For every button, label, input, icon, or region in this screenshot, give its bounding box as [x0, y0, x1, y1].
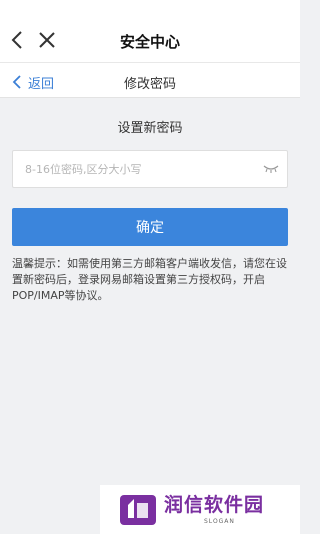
brand-logo-icon — [120, 495, 156, 525]
top-navigation-bar: 安全中心 — [0, 0, 300, 62]
tip-text: 温馨提示：如需使用第三方邮箱客户端收发信，请您在设置新密码后，登录网易邮箱设置第… — [12, 257, 287, 302]
password-field[interactable] — [12, 150, 288, 188]
watermark: 润信软件园 SLOGAN — [100, 485, 300, 534]
sub-navigation-bar: 返回 修改密码 — [0, 62, 300, 98]
confirm-button[interactable]: 确定 — [12, 208, 288, 246]
eye-closed-icon[interactable] — [263, 164, 279, 174]
brand-name: 润信软件园 — [164, 494, 265, 516]
page-title: 安全中心 — [119, 33, 180, 51]
section-title: 设置新密码 — [117, 121, 183, 136]
brand-slogan: SLOGAN — [204, 518, 235, 525]
subpage-title: 修改密码 — [123, 77, 176, 92]
new-password-input[interactable] — [25, 151, 255, 187]
